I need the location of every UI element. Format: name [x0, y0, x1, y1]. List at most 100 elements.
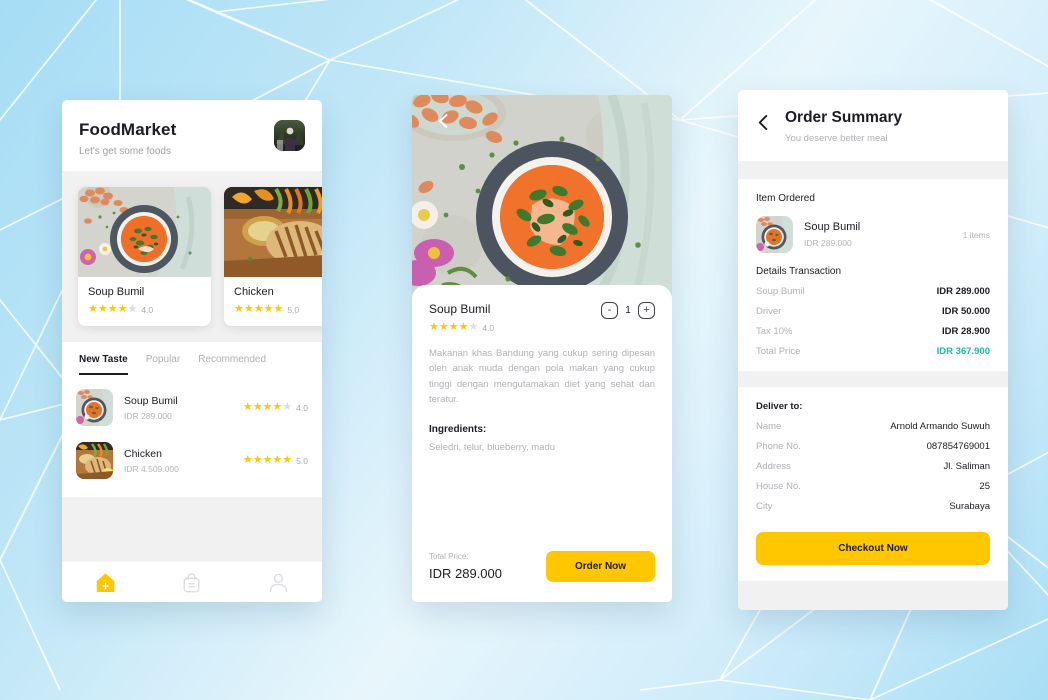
grilled-chicken-photo	[224, 187, 322, 277]
summary-header: Order Summary You deserve better meal	[738, 90, 1008, 161]
rating-value: 4.0	[141, 304, 154, 315]
person-icon	[269, 573, 288, 592]
back-chevron-icon[interactable]	[436, 113, 452, 129]
deliver-value: 25	[979, 481, 990, 492]
detail-footer: Total Price: IDR 289.000 Order Now	[429, 551, 655, 602]
item-ordered-section: Item Ordered Soup Bumil IDR 289.000 1 it…	[738, 179, 1008, 371]
avatar[interactable]	[274, 120, 305, 151]
deliver-row: Address Jl. Saliman	[756, 461, 990, 472]
tab-recommended[interactable]: Recommended	[198, 354, 266, 375]
ordered-item-name: Soup Bumil	[804, 221, 861, 233]
rating-value: 5.0	[296, 455, 308, 466]
ordered-item-row: Soup Bumil IDR 289.000 1 items	[756, 216, 990, 253]
deliver-label: Phone No.	[756, 441, 801, 452]
detail-row: Driver IDR 50.000	[756, 306, 990, 317]
rating-value: 5.0	[287, 304, 300, 315]
deliver-value: Surabaya	[949, 501, 990, 512]
ordered-item-price: IDR 289.000	[804, 238, 852, 248]
shopping-bag-icon	[184, 572, 200, 592]
deliver-row: Name Arnold Armando Suwuh	[756, 421, 990, 432]
food-card-name: Chicken	[234, 286, 274, 298]
detail-label: Tax 10%	[756, 326, 793, 337]
rating: ★★★★★ 4.0	[242, 401, 308, 413]
quantity-stepper[interactable]: - 1 +	[601, 302, 655, 319]
food-description: Makanan khas Bandung yang cukup sering d…	[429, 348, 655, 406]
deliver-value: Arnold Armando Suwuh	[890, 421, 990, 432]
list-item[interactable]: Soup Bumil IDR 289.000 ★★★★★ 4.0	[76, 381, 308, 434]
deliver-to-section: Deliver to: Name Arnold Armando Suwuh Ph…	[738, 387, 1008, 526]
deliver-row: Phone No. 087854769001	[756, 441, 990, 452]
page-title: FoodMarket	[79, 120, 177, 139]
ingredients-list: Seledri, telur, blueberry, madu	[429, 441, 556, 453]
hero-image-area	[412, 95, 672, 300]
nav-orders-button[interactable]	[177, 569, 207, 595]
item-ordered-title: Item Ordered	[756, 193, 815, 204]
detail-value: IDR 367.900	[936, 346, 990, 357]
list-item-price: IDR 289.000	[124, 410, 172, 421]
list-item[interactable]: Chicken IDR 4.509.000 ★★★★★ 5.0	[76, 434, 308, 487]
deliver-label: Name	[756, 421, 782, 432]
total-price-label: Total Price:	[429, 552, 469, 561]
content-spacer	[738, 581, 1008, 610]
detail-label: Driver	[756, 306, 782, 317]
detail-sheet: Soup Bumil ★★★★★ 4.0 - 1 + Makanan khas …	[412, 285, 672, 602]
page-subtitle: Let's get some foods	[79, 146, 171, 157]
page-title: Order Summary	[785, 109, 903, 126]
soup-bowl-photo	[78, 187, 211, 277]
section-divider	[738, 161, 1008, 179]
detail-value: IDR 50.000	[941, 306, 990, 317]
soup-bowl-photo	[756, 216, 793, 253]
detail-value: IDR 289.000	[936, 286, 990, 297]
nav-profile-button[interactable]	[264, 569, 294, 595]
tab-new-taste[interactable]: New Taste	[79, 354, 128, 375]
home-screen: FoodMarket Let's get some foods Soup Bum…	[62, 100, 322, 602]
nav-home-button[interactable]	[90, 569, 120, 595]
back-chevron-icon[interactable]	[756, 114, 771, 131]
detail-label: Soup Bumil	[756, 286, 805, 297]
decrease-quantity-button[interactable]: -	[601, 302, 618, 319]
order-now-button[interactable]: Order Now	[546, 551, 655, 582]
rating: ★★★★★ 5.0	[242, 454, 308, 466]
category-tabs[interactable]: New Taste Popular Recommended	[62, 342, 322, 375]
food-list: Soup Bumil IDR 289.000 ★★★★★ 4.0 Chicken…	[62, 375, 322, 497]
deliver-label: Address	[756, 461, 791, 472]
detail-food-name: Soup Bumil	[429, 302, 491, 316]
rating: ★★★★★ 5.0	[234, 303, 300, 315]
rating-value: 4.0	[296, 402, 308, 413]
food-carousel[interactable]: Soup Bumil ★★★★★ 4.0 Chicken ★★★★★ 5.0	[62, 171, 322, 342]
detail-row-total: Total Price IDR 367.900	[756, 346, 990, 357]
deliver-row: House No. 25	[756, 481, 990, 492]
deliver-to-title: Deliver to:	[756, 401, 803, 412]
content-spacer	[62, 497, 322, 561]
list-item-name: Soup Bumil	[124, 394, 178, 407]
soup-bowl-photo	[76, 389, 113, 426]
grilled-chicken-photo	[76, 442, 113, 479]
page-subtitle: You deserve better meal	[785, 133, 888, 144]
order-summary-screen: Order Summary You deserve better meal It…	[738, 90, 1008, 610]
rating-value: 4.0	[482, 322, 495, 333]
total-price-value: IDR 289.000	[429, 566, 502, 581]
detail-row: Tax 10% IDR 28.900	[756, 326, 990, 337]
ordered-item-count: 1 items	[962, 229, 990, 240]
detail-label: Total Price	[756, 346, 801, 357]
deliver-label: City	[756, 501, 773, 512]
list-item-price: IDR 4.509.000	[124, 463, 179, 474]
section-divider	[738, 371, 1008, 387]
deliver-value: Jl. Saliman	[943, 461, 990, 472]
increase-quantity-button[interactable]: +	[638, 302, 655, 319]
deliver-value: 087854769001	[926, 441, 990, 452]
detail-row: Soup Bumil IDR 289.000	[756, 286, 990, 297]
checkout-section: Checkout Now	[738, 526, 1008, 581]
home-header: FoodMarket Let's get some foods	[62, 100, 322, 171]
food-detail-screen: Soup Bumil ★★★★★ 4.0 - 1 + Makanan khas …	[412, 95, 672, 602]
checkout-now-button[interactable]: Checkout Now	[756, 532, 990, 565]
deliver-row: City Surabaya	[756, 501, 990, 512]
food-card-name: Soup Bumil	[88, 286, 145, 298]
bottom-navigation[interactable]	[62, 561, 322, 602]
home-icon	[96, 572, 115, 592]
ingredients-title: Ingredients:	[429, 423, 487, 435]
food-card[interactable]: Soup Bumil ★★★★★ 4.0	[78, 187, 211, 326]
details-transaction-title: Details Transaction	[756, 266, 842, 277]
food-card[interactable]: Chicken ★★★★★ 5.0	[224, 187, 322, 326]
tab-popular[interactable]: Popular	[146, 354, 180, 375]
